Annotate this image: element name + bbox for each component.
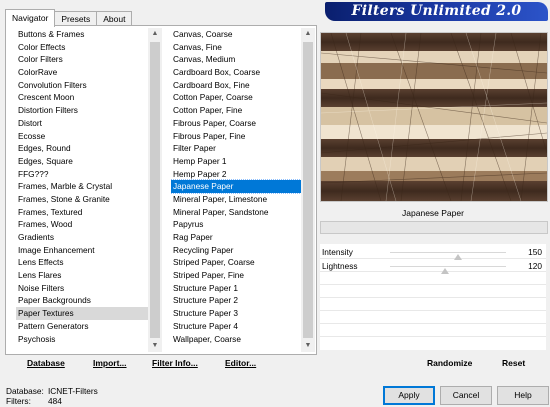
scroll-up-icon[interactable]: ▲ [301,28,315,40]
list-item[interactable]: Cardboard Box, Fine [171,79,301,92]
list-item[interactable]: Frames, Marble & Crystal [16,180,148,193]
list-item[interactable]: ColorRave [16,66,148,79]
list-item[interactable]: Striped Paper, Fine [171,269,301,282]
list-item[interactable]: Psychosis [16,333,148,346]
list-item[interactable]: Frames, Wood [16,218,148,231]
scroll-up-icon[interactable]: ▲ [148,28,162,40]
category-listbox[interactable]: Buttons & Frames Color Effects Color Filte… [16,28,162,352]
slider-lightness[interactable]: Lightness 120 [320,260,546,274]
category-list: Buttons & Frames Color Effects Color Filte… [16,28,148,345]
list-item[interactable]: Fibrous Paper, Fine [171,130,301,143]
list-item[interactable]: Canvas, Medium [171,53,301,66]
grid-line [320,336,546,337]
list-item[interactable]: Color Effects [16,41,148,54]
slider-label: Lightness [322,261,358,271]
grid-line [320,284,546,285]
list-item[interactable]: Rag Paper [171,231,301,244]
list-item[interactable]: Cardboard Box, Coarse [171,66,301,79]
list-item[interactable]: Cotton Paper, Coarse [171,91,301,104]
list-item[interactable]: Striped Paper, Coarse [171,256,301,269]
slider-track[interactable] [390,266,506,274]
list-item[interactable]: Image Enhancement [16,244,148,257]
database-button[interactable]: Database [27,358,65,372]
list-item[interactable]: Crescent Moon [16,91,148,104]
scroll-thumb[interactable] [303,42,313,338]
list-item[interactable]: Japanese Paper [171,179,302,194]
filter-listbox[interactable]: Canvas, Coarse Canvas, Fine Canvas, Medium… [171,28,315,352]
list-item[interactable]: Canvas, Fine [171,41,301,54]
list-item[interactable]: Distortion Filters [16,104,148,117]
list-item[interactable]: Pattern Generators [16,320,148,333]
list-item[interactable]: Structure Paper 3 [171,307,301,320]
slider-intensity[interactable]: Intensity 150 [320,246,546,260]
cancel-button[interactable]: Cancel [440,386,492,405]
list-item[interactable]: Papyrus [171,218,301,231]
scroll-thumb[interactable] [150,42,160,338]
status-database-value: ICNET-Filters [48,386,98,396]
list-item[interactable]: Fibrous Paper, Coarse [171,117,301,130]
list-item[interactable]: Mineral Paper, Limestone [171,193,301,206]
parameter-panel: Intensity 150 Lightness 120 [320,244,546,350]
scroll-down-icon[interactable]: ▼ [301,340,315,352]
list-item[interactable]: FFG??? [16,168,148,181]
list-item[interactable]: Filter Paper [171,142,301,155]
list-item[interactable]: Recycling Paper [171,244,301,257]
grid-line [320,297,546,298]
reset-button[interactable]: Reset [502,358,525,372]
slider-label: Intensity [322,247,353,257]
preview-image [320,32,548,202]
tab-strip: Navigator Presets About [5,9,133,27]
editor-button[interactable]: Editor... [225,358,256,372]
app-title: Filters Unlimited 2.0 [351,3,522,19]
paper-texture-preview [321,33,547,201]
list-item[interactable]: Cotton Paper, Fine [171,104,301,117]
tab-navigator[interactable]: Navigator [5,9,56,27]
category-scrollbar[interactable]: ▲ ▼ [148,28,162,352]
list-item[interactable]: Paper Backgrounds [16,294,148,307]
list-item[interactable]: Lens Effects [16,256,148,269]
slider-value: 120 [528,261,542,271]
list-item[interactable]: Wallpaper, Coarse [171,333,301,346]
list-item[interactable]: Buttons & Frames [16,28,148,41]
slider-track[interactable] [390,252,506,260]
grid-line [320,310,546,311]
list-item[interactable]: Paper Textures [16,307,148,320]
status-filters-value: 484 [48,396,62,406]
list-item[interactable]: Hemp Paper 2 [171,168,301,181]
list-item[interactable]: Structure Paper 2 [171,294,301,307]
filter-info-bar [320,221,548,234]
status-filters-label: Filters: [6,396,31,406]
status-area: Database: ICNET-Filters Filters: 484 [6,386,98,406]
import-button[interactable]: Import... [93,358,127,372]
help-button[interactable]: Help [497,386,549,405]
list-item[interactable]: Noise Filters [16,282,148,295]
list-item[interactable]: Structure Paper 4 [171,320,301,333]
apply-button[interactable]: Apply [383,386,435,405]
list-item[interactable]: Gradients [16,231,148,244]
filter-list: Canvas, Coarse Canvas, Fine Canvas, Medium… [171,28,302,346]
randomize-button[interactable]: Randomize [427,358,472,372]
list-item[interactable]: Frames, Stone & Granite [16,193,148,206]
slider-knob[interactable] [440,268,449,274]
list-item[interactable]: Frames, Textured [16,206,148,219]
grid-line [320,323,546,324]
status-database-label: Database: [6,386,44,396]
list-item[interactable]: Canvas, Coarse [171,28,301,41]
slider-value: 150 [528,247,542,257]
list-item[interactable]: Ecosse [16,130,148,143]
list-item[interactable]: Structure Paper 1 [171,282,301,295]
list-item[interactable]: Hemp Paper 1 [171,155,301,168]
list-item[interactable]: Edges, Round [16,142,148,155]
filter-scrollbar[interactable]: ▲ ▼ [301,28,315,352]
list-item[interactable]: Distort [16,117,148,130]
scroll-down-icon[interactable]: ▼ [148,340,162,352]
list-item[interactable]: Convolution Filters [16,79,148,92]
list-item[interactable]: Edges, Square [16,155,148,168]
list-item[interactable]: Color Filters [16,53,148,66]
list-item[interactable]: Mineral Paper, Sandstone [171,206,301,219]
current-filter-name: Japanese Paper [402,208,464,218]
list-item[interactable]: Lens Flares [16,269,148,282]
filter-info-button[interactable]: Filter Info... [152,358,198,372]
